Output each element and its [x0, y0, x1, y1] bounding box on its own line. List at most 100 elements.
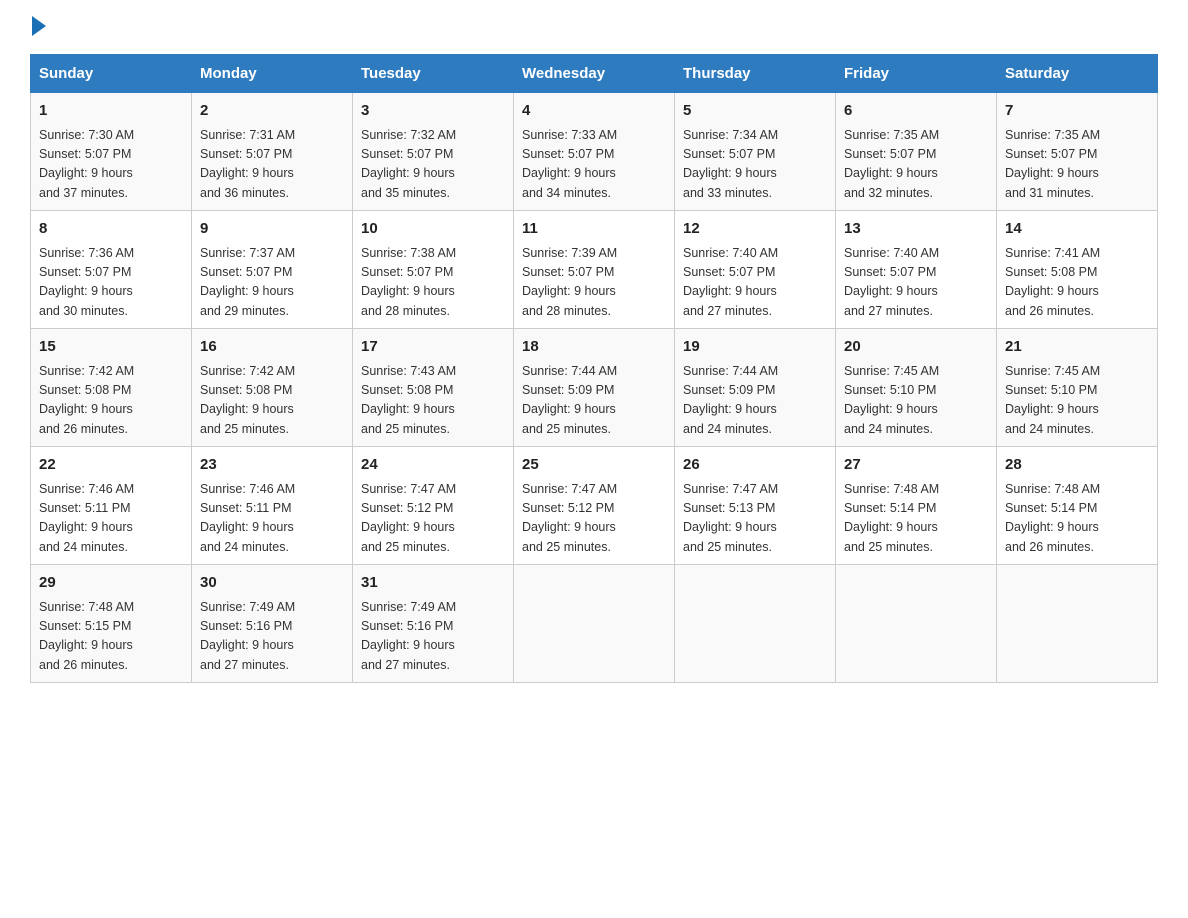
day-number: 11 — [522, 218, 666, 241]
day-info: Sunrise: 7:43 AMSunset: 5:08 PMDaylight:… — [361, 364, 456, 436]
calendar-cell: 26Sunrise: 7:47 AMSunset: 5:13 PMDayligh… — [675, 447, 836, 565]
day-number: 12 — [683, 218, 827, 241]
day-info: Sunrise: 7:39 AMSunset: 5:07 PMDaylight:… — [522, 246, 617, 318]
day-number: 20 — [844, 336, 988, 359]
day-info: Sunrise: 7:48 AMSunset: 5:14 PMDaylight:… — [1005, 482, 1100, 554]
day-number: 17 — [361, 336, 505, 359]
header-row: SundayMondayTuesdayWednesdayThursdayFrid… — [31, 55, 1158, 93]
day-number: 9 — [200, 218, 344, 241]
day-number: 13 — [844, 218, 988, 241]
day-number: 5 — [683, 100, 827, 123]
day-number: 25 — [522, 454, 666, 477]
day-info: Sunrise: 7:41 AMSunset: 5:08 PMDaylight:… — [1005, 246, 1100, 318]
day-number: 22 — [39, 454, 183, 477]
calendar-cell: 21 Sunrise: 7:45 AMSunset: 5:10 PMDayligh… — [997, 329, 1158, 447]
day-number: 10 — [361, 218, 505, 241]
day-number: 23 — [200, 454, 344, 477]
calendar-cell: 16Sunrise: 7:42 AMSunset: 5:08 PMDayligh… — [192, 329, 353, 447]
calendar-table: SundayMondayTuesdayWednesdayThursdayFrid… — [30, 54, 1158, 683]
day-header-wednesday: Wednesday — [514, 55, 675, 93]
day-info: Sunrise: 7:45 AMSunset: 5:10 PMDaylight:… — [844, 364, 939, 436]
day-info: Sunrise: 7:35 AMSunset: 5:07 PMDaylight:… — [1005, 128, 1100, 200]
calendar-cell — [675, 565, 836, 683]
day-header-thursday: Thursday — [675, 55, 836, 93]
day-info: Sunrise: 7:48 AMSunset: 5:15 PMDaylight:… — [39, 600, 134, 672]
calendar-cell — [836, 565, 997, 683]
calendar-cell: 8Sunrise: 7:36 AMSunset: 5:07 PMDaylight… — [31, 211, 192, 329]
day-info: Sunrise: 7:37 AMSunset: 5:07 PMDaylight:… — [200, 246, 295, 318]
calendar-cell: 5 Sunrise: 7:34 AMSunset: 5:07 PMDaylight… — [675, 93, 836, 211]
day-number: 2 — [200, 100, 344, 123]
day-info: Sunrise: 7:40 AMSunset: 5:07 PMDaylight:… — [844, 246, 939, 318]
day-info: Sunrise: 7:49 AMSunset: 5:16 PMDaylight:… — [361, 600, 456, 672]
calendar-cell: 11 Sunrise: 7:39 AMSunset: 5:07 PMDayligh… — [514, 211, 675, 329]
logo — [30, 20, 46, 36]
calendar-cell: 4Sunrise: 7:33 AMSunset: 5:07 PMDaylight… — [514, 93, 675, 211]
calendar-cell: 28 Sunrise: 7:48 AMSunset: 5:14 PMDayligh… — [997, 447, 1158, 565]
day-info: Sunrise: 7:45 AMSunset: 5:10 PMDaylight:… — [1005, 364, 1100, 436]
calendar-cell: 15Sunrise: 7:42 AMSunset: 5:08 PMDayligh… — [31, 329, 192, 447]
day-header-friday: Friday — [836, 55, 997, 93]
day-info: Sunrise: 7:44 AMSunset: 5:09 PMDaylight:… — [522, 364, 617, 436]
day-info: Sunrise: 7:49 AMSunset: 5:16 PMDaylight:… — [200, 600, 295, 672]
day-header-saturday: Saturday — [997, 55, 1158, 93]
week-row-5: 29 Sunrise: 7:48 AMSunset: 5:15 PMDayligh… — [31, 565, 1158, 683]
calendar-cell: 18Sunrise: 7:44 AMSunset: 5:09 PMDayligh… — [514, 329, 675, 447]
day-info: Sunrise: 7:38 AMSunset: 5:07 PMDaylight:… — [361, 246, 456, 318]
week-row-2: 8Sunrise: 7:36 AMSunset: 5:07 PMDaylight… — [31, 211, 1158, 329]
day-info: Sunrise: 7:47 AMSunset: 5:12 PMDaylight:… — [522, 482, 617, 554]
calendar-cell: 19 Sunrise: 7:44 AMSunset: 5:09 PMDayligh… — [675, 329, 836, 447]
page-header — [30, 20, 1158, 36]
day-info: Sunrise: 7:33 AMSunset: 5:07 PMDaylight:… — [522, 128, 617, 200]
week-row-4: 22 Sunrise: 7:46 AMSunset: 5:11 PMDayligh… — [31, 447, 1158, 565]
day-info: Sunrise: 7:40 AMSunset: 5:07 PMDaylight:… — [683, 246, 778, 318]
day-number: 31 — [361, 572, 505, 595]
day-info: Sunrise: 7:35 AMSunset: 5:07 PMDaylight:… — [844, 128, 939, 200]
day-number: 26 — [683, 454, 827, 477]
day-number: 6 — [844, 100, 988, 123]
day-number: 28 — [1005, 454, 1149, 477]
day-number: 19 — [683, 336, 827, 359]
day-number: 21 — [1005, 336, 1149, 359]
day-number: 24 — [361, 454, 505, 477]
week-row-1: 1 Sunrise: 7:30 AMSunset: 5:07 PMDaylight… — [31, 93, 1158, 211]
calendar-cell — [514, 565, 675, 683]
calendar-cell: 6 Sunrise: 7:35 AMSunset: 5:07 PMDaylight… — [836, 93, 997, 211]
day-header-sunday: Sunday — [31, 55, 192, 93]
day-info: Sunrise: 7:32 AMSunset: 5:07 PMDaylight:… — [361, 128, 456, 200]
calendar-cell: 24 Sunrise: 7:47 AMSunset: 5:12 PMDayligh… — [353, 447, 514, 565]
calendar-cell: 17 Sunrise: 7:43 AMSunset: 5:08 PMDayligh… — [353, 329, 514, 447]
day-number: 1 — [39, 100, 183, 123]
calendar-cell: 9 Sunrise: 7:37 AMSunset: 5:07 PMDaylight… — [192, 211, 353, 329]
calendar-cell: 7 Sunrise: 7:35 AMSunset: 5:07 PMDaylight… — [997, 93, 1158, 211]
day-number: 27 — [844, 454, 988, 477]
calendar-cell: 23 Sunrise: 7:46 AMSunset: 5:11 PMDayligh… — [192, 447, 353, 565]
calendar-cell: 2 Sunrise: 7:31 AMSunset: 5:07 PMDaylight… — [192, 93, 353, 211]
day-info: Sunrise: 7:34 AMSunset: 5:07 PMDaylight:… — [683, 128, 778, 200]
calendar-cell: 12 Sunrise: 7:40 AMSunset: 5:07 PMDayligh… — [675, 211, 836, 329]
day-info: Sunrise: 7:46 AMSunset: 5:11 PMDaylight:… — [200, 482, 295, 554]
day-info: Sunrise: 7:44 AMSunset: 5:09 PMDaylight:… — [683, 364, 778, 436]
day-header-monday: Monday — [192, 55, 353, 93]
logo-arrow-icon — [32, 16, 46, 36]
day-number: 29 — [39, 572, 183, 595]
day-header-tuesday: Tuesday — [353, 55, 514, 93]
day-info: Sunrise: 7:47 AMSunset: 5:12 PMDaylight:… — [361, 482, 456, 554]
calendar-cell: 22 Sunrise: 7:46 AMSunset: 5:11 PMDayligh… — [31, 447, 192, 565]
calendar-cell — [997, 565, 1158, 683]
day-number: 14 — [1005, 218, 1149, 241]
day-info: Sunrise: 7:30 AMSunset: 5:07 PMDaylight:… — [39, 128, 134, 200]
day-info: Sunrise: 7:46 AMSunset: 5:11 PMDaylight:… — [39, 482, 134, 554]
calendar-cell: 29 Sunrise: 7:48 AMSunset: 5:15 PMDayligh… — [31, 565, 192, 683]
day-info: Sunrise: 7:31 AMSunset: 5:07 PMDaylight:… — [200, 128, 295, 200]
day-number: 7 — [1005, 100, 1149, 123]
calendar-cell: 20 Sunrise: 7:45 AMSunset: 5:10 PMDayligh… — [836, 329, 997, 447]
calendar-cell: 30Sunrise: 7:49 AMSunset: 5:16 PMDayligh… — [192, 565, 353, 683]
calendar-cell: 14 Sunrise: 7:41 AMSunset: 5:08 PMDayligh… — [997, 211, 1158, 329]
calendar-cell: 25 Sunrise: 7:47 AMSunset: 5:12 PMDayligh… — [514, 447, 675, 565]
day-info: Sunrise: 7:42 AMSunset: 5:08 PMDaylight:… — [200, 364, 295, 436]
week-row-3: 15Sunrise: 7:42 AMSunset: 5:08 PMDayligh… — [31, 329, 1158, 447]
calendar-cell: 13 Sunrise: 7:40 AMSunset: 5:07 PMDayligh… — [836, 211, 997, 329]
day-info: Sunrise: 7:48 AMSunset: 5:14 PMDaylight:… — [844, 482, 939, 554]
calendar-cell: 10 Sunrise: 7:38 AMSunset: 5:07 PMDayligh… — [353, 211, 514, 329]
